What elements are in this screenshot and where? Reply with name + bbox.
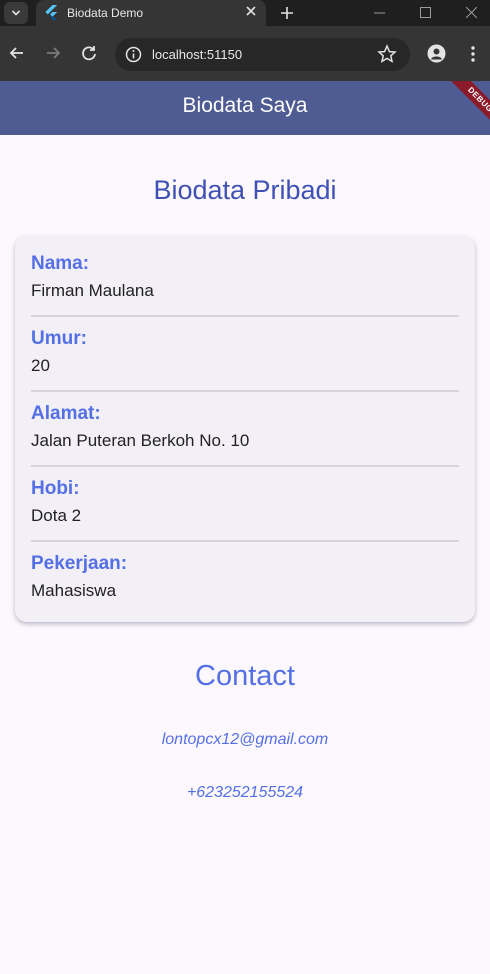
minimize-button[interactable] [356, 0, 402, 26]
biodata-row-hobi: Hobi: Dota 2 [31, 478, 459, 526]
url-text[interactable]: localhost:51150 [152, 47, 242, 62]
tab-title: Biodata Demo [67, 6, 144, 20]
page-title: Biodata Pribadi [153, 175, 337, 205]
divider [31, 465, 459, 467]
chevron-down-icon [11, 10, 21, 16]
browser-tab-strip: Biodata Demo [0, 0, 490, 26]
close-icon [246, 6, 256, 16]
contact-phone[interactable]: +623252155524 [0, 784, 490, 802]
biodata-card: Nama: Firman Maulana Umur: 20 Alamat: Ja… [15, 236, 475, 622]
divider [31, 390, 459, 392]
tab-close-button[interactable] [242, 3, 260, 21]
tab-search-button[interactable] [4, 2, 28, 24]
browser-tab[interactable]: Biodata Demo [36, 0, 266, 26]
field-label: Hobi: [31, 478, 80, 499]
close-icon [465, 6, 477, 19]
field-value: Mahasiswa [31, 581, 117, 600]
biodata-row-alamat: Alamat: Jalan Puteran Berkoh No. 10 [31, 403, 459, 451]
divider [31, 540, 459, 542]
field-value: 20 [31, 356, 50, 375]
new-tab-button[interactable] [276, 2, 298, 24]
arrow-right-icon[interactable] [42, 42, 64, 64]
app-bar-title: Biodata Saya [182, 94, 308, 117]
browser-toolbar: localhost:51150 [0, 26, 490, 81]
app-bar: Biodata Saya DEBUG [0, 81, 490, 135]
account-icon[interactable] [427, 44, 446, 63]
biodata-row-umur: Umur: 20 [31, 328, 459, 376]
info-icon[interactable] [124, 45, 143, 64]
kebab-menu-icon[interactable] [464, 44, 482, 64]
plus-icon [281, 7, 293, 19]
contact-title: Contact [195, 660, 295, 692]
field-label: Alamat: [31, 403, 101, 424]
field-value: Firman Maulana [31, 281, 154, 300]
maximize-icon [419, 7, 431, 18]
minimize-icon [373, 12, 385, 14]
field-value: Jalan Puteran Berkoh No. 10 [31, 431, 250, 450]
field-value: Dota 2 [31, 506, 82, 525]
contact-email[interactable]: lontopcx12@gmail.com [0, 731, 490, 749]
flutter-logo [45, 5, 58, 20]
biodata-row-pekerjaan: Pekerjaan: Mahasiswa [31, 553, 459, 601]
arrow-left-icon[interactable] [6, 42, 28, 64]
address-bar[interactable]: localhost:51150 [115, 38, 410, 71]
field-label: Pekerjaan: [31, 553, 128, 574]
field-label: Nama: [31, 253, 90, 274]
star-icon[interactable] [377, 44, 397, 64]
maximize-button[interactable] [402, 0, 448, 26]
biodata-row-nama: Nama: Firman Maulana [31, 253, 459, 301]
window-close-button[interactable] [448, 0, 490, 26]
divider [31, 315, 459, 317]
reload-icon[interactable] [78, 42, 100, 64]
field-label: Umur: [31, 328, 87, 349]
